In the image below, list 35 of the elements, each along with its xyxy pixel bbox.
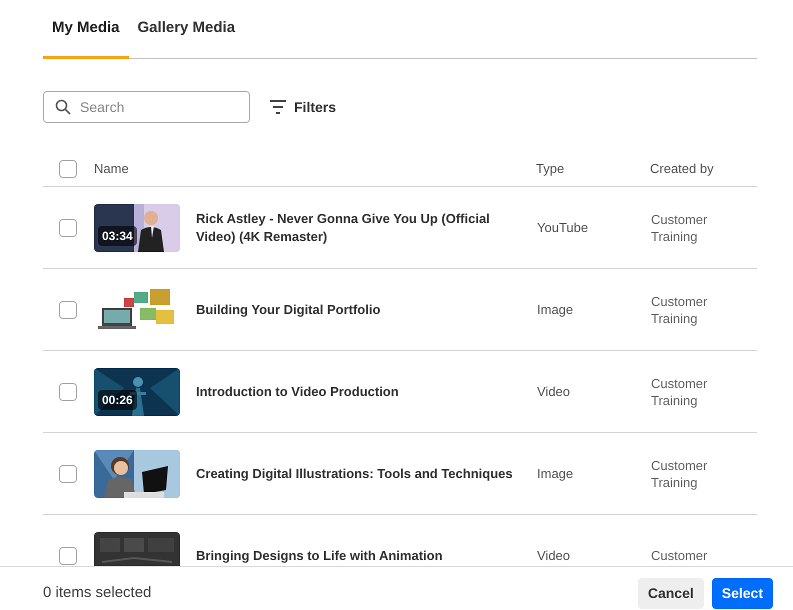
- cancel-button[interactable]: Cancel: [638, 578, 704, 609]
- creator-cell-text: Customer Training: [651, 456, 708, 490]
- media-title[interactable]: Rick Astley - Never Gonna Give You Up (Official Video) (4K Remaster): [196, 210, 514, 246]
- media-title[interactable]: Building Your Digital Portfolio: [196, 300, 514, 318]
- row-checkbox[interactable]: [59, 218, 77, 236]
- row-checkbox[interactable]: [59, 546, 77, 564]
- type-cell-text: Video: [537, 546, 572, 565]
- creator-cell-text: Customer Training: [651, 374, 708, 408]
- duration-label: 00:26: [98, 390, 137, 410]
- column-header: Type: [536, 160, 566, 178]
- media-title[interactable]: Introduction to Video Production: [196, 382, 514, 400]
- row-checkbox[interactable]: [59, 464, 77, 482]
- row-checkbox[interactable]: [59, 300, 77, 318]
- tab[interactable]: My Media: [43, 0, 129, 59]
- selection-count: 0 items selected: [43, 583, 152, 604]
- type-cell-text: Image: [537, 464, 574, 483]
- filters-button[interactable]: Filters: [270, 96, 336, 118]
- media-title[interactable]: Bringing Designs to Life with Animation: [196, 546, 514, 564]
- creator-cell-text: Customer Training: [651, 292, 708, 326]
- select-all-checkbox[interactable]: [59, 160, 77, 178]
- tab[interactable]: Gallery Media: [128, 0, 244, 59]
- search-field[interactable]: Search: [43, 91, 250, 123]
- filter-icon: [270, 100, 286, 114]
- type-cell-text: Video: [537, 382, 572, 401]
- row-checkbox[interactable]: [59, 382, 77, 400]
- duration-label: 03:34: [98, 226, 137, 246]
- type-cell-text: YouTube: [537, 218, 590, 237]
- creator-cell-text: Customer Training: [651, 210, 708, 244]
- column-header: Name: [94, 160, 130, 178]
- media-title[interactable]: Creating Digital Illustrations: Tools and Techniques: [196, 464, 514, 482]
- type-cell-text: Image: [537, 300, 574, 319]
- select-button[interactable]: Select: [712, 578, 773, 609]
- column-header: Created by: [650, 160, 714, 178]
- search-icon: [55, 99, 71, 115]
- creator-cell-text: Customer: [651, 547, 708, 564]
